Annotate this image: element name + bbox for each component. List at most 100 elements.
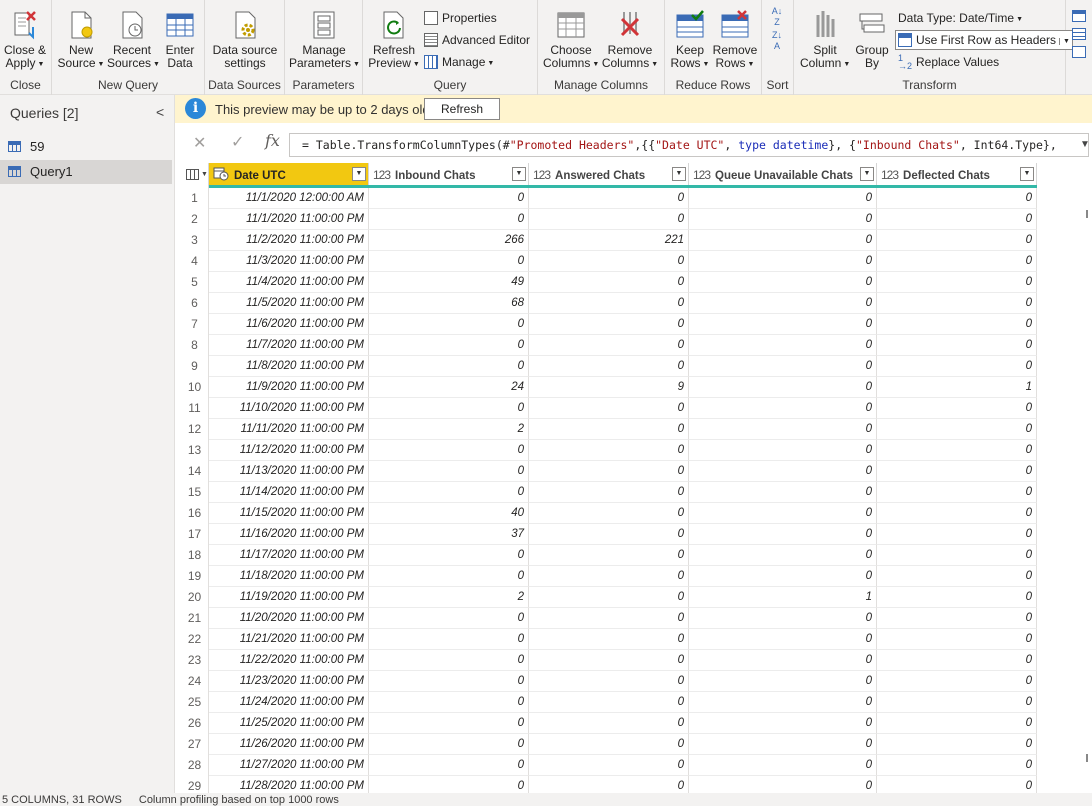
table-cell[interactable]: 0 — [877, 503, 1037, 524]
table-cell[interactable]: 0 — [877, 692, 1037, 713]
table-cell[interactable]: 0 — [529, 587, 689, 608]
vertical-scrollbar[interactable] — [1086, 210, 1090, 770]
row-number[interactable]: 10 — [181, 377, 209, 398]
choose-columns-button[interactable]: Choose Columns ▼ — [543, 6, 599, 74]
table-cell[interactable]: 0 — [529, 251, 689, 272]
table-cell[interactable]: 0 — [877, 671, 1037, 692]
table-cell[interactable]: 0 — [689, 692, 877, 713]
table-cell[interactable]: 9 — [529, 377, 689, 398]
table-cell[interactable]: 0 — [369, 734, 529, 755]
table-cell[interactable]: 0 — [877, 566, 1037, 587]
sort-ascending-button[interactable]: A↓ Z — [769, 6, 785, 28]
table-cell[interactable]: 11/5/2020 11:00:00 PM — [209, 293, 369, 314]
table-cell[interactable]: 0 — [877, 419, 1037, 440]
table-cell[interactable]: 0 — [529, 524, 689, 545]
table-cell[interactable]: 0 — [529, 356, 689, 377]
table-cell[interactable]: 11/8/2020 11:00:00 PM — [209, 356, 369, 377]
new-source-button[interactable]: New Source ▼ — [57, 6, 105, 74]
keep-rows-button[interactable]: Keep Rows ▼ — [669, 6, 711, 74]
row-number[interactable]: 23 — [181, 650, 209, 671]
table-cell[interactable]: 0 — [689, 755, 877, 776]
table-cell[interactable]: 0 — [369, 566, 529, 587]
table-cell[interactable]: 0 — [369, 461, 529, 482]
table-cell[interactable]: 11/22/2020 11:00:00 PM — [209, 650, 369, 671]
table-cell[interactable]: 0 — [877, 293, 1037, 314]
column-filter-dropdown-icon[interactable]: ▼ — [512, 167, 526, 181]
table-cell[interactable]: 0 — [689, 713, 877, 734]
table-cell[interactable]: 11/13/2020 11:00:00 PM — [209, 461, 369, 482]
table-cell[interactable]: 0 — [529, 209, 689, 230]
row-number[interactable]: 14 — [181, 461, 209, 482]
row-number[interactable]: 15 — [181, 482, 209, 503]
data-type-dropdown[interactable]: Data Type: Date/Time ▼ — [898, 8, 1023, 28]
table-cell[interactable]: 0 — [877, 440, 1037, 461]
table-cell[interactable]: 0 — [689, 650, 877, 671]
table-cell[interactable]: 0 — [877, 482, 1037, 503]
column-filter-dropdown-icon[interactable]: ▼ — [1020, 167, 1034, 181]
advanced-editor-button[interactable]: Advanced Editor — [424, 30, 530, 50]
table-cell[interactable]: 0 — [529, 335, 689, 356]
fx-icon[interactable]: fx — [265, 131, 280, 150]
table-cell[interactable]: 0 — [689, 272, 877, 293]
row-number[interactable]: 26 — [181, 713, 209, 734]
table-cell[interactable]: 0 — [529, 608, 689, 629]
column-header[interactable]: 123 Inbound Chats ▼ — [369, 163, 529, 188]
table-cell[interactable]: 0 — [369, 776, 529, 793]
enter-data-button[interactable]: Enter Data — [160, 6, 200, 74]
table-cell[interactable]: 266 — [369, 230, 529, 251]
row-number[interactable]: 3 — [181, 230, 209, 251]
recent-sources-button[interactable]: Recent Sources ▼ — [107, 6, 160, 74]
table-cell[interactable]: 0 — [877, 314, 1037, 335]
manage-button[interactable]: Manage ▼ — [424, 52, 494, 72]
manage-parameters-button[interactable]: Manage Parameters ▼ — [289, 6, 360, 74]
table-cell[interactable]: 0 — [877, 398, 1037, 419]
table-cell[interactable]: 24 — [369, 377, 529, 398]
data-source-settings-button[interactable]: Data source settings — [210, 6, 280, 74]
refresh-preview-button[interactable]: Refresh Preview ▼ — [368, 6, 420, 74]
table-cell[interactable]: 11/4/2020 11:00:00 PM — [209, 272, 369, 293]
table-cell[interactable]: 0 — [529, 545, 689, 566]
column-filter-dropdown-icon[interactable]: ▼ — [352, 167, 366, 181]
table-cell[interactable]: 11/1/2020 12:00:00 AM — [209, 188, 369, 209]
table-cell[interactable]: 0 — [877, 734, 1037, 755]
row-number[interactable]: 28 — [181, 755, 209, 776]
row-number[interactable]: 1 — [181, 188, 209, 209]
table-cell[interactable]: 0 — [877, 356, 1037, 377]
table-cell[interactable]: 0 — [369, 356, 529, 377]
table-cell[interactable]: 0 — [689, 188, 877, 209]
table-cell[interactable]: 11/9/2020 11:00:00 PM — [209, 377, 369, 398]
table-cell[interactable]: 0 — [689, 419, 877, 440]
table-cell[interactable]: 11/1/2020 11:00:00 PM — [209, 209, 369, 230]
table-cell[interactable]: 0 — [369, 671, 529, 692]
table-cell[interactable]: 0 — [689, 398, 877, 419]
remove-columns-button[interactable]: Remove Columns ▼ — [601, 6, 659, 74]
table-cell[interactable]: 0 — [529, 293, 689, 314]
row-number[interactable]: 11 — [181, 398, 209, 419]
table-cell[interactable]: 11/20/2020 11:00:00 PM — [209, 608, 369, 629]
table-cell[interactable]: 0 — [877, 608, 1037, 629]
table-cell[interactable]: 11/25/2020 11:00:00 PM — [209, 713, 369, 734]
table-cell[interactable]: 1 — [689, 587, 877, 608]
close-apply-button[interactable]: Close & Apply ▼ — [2, 6, 48, 74]
table-cell[interactable]: 0 — [689, 608, 877, 629]
row-number[interactable]: 16 — [181, 503, 209, 524]
table-cell[interactable]: 0 — [529, 734, 689, 755]
table-cell[interactable]: 0 — [529, 482, 689, 503]
table-cell[interactable]: 0 — [689, 776, 877, 793]
table-cell[interactable]: 0 — [369, 314, 529, 335]
table-cell[interactable]: 0 — [689, 629, 877, 650]
table-cell[interactable]: 0 — [369, 629, 529, 650]
table-cell[interactable]: 11/6/2020 11:00:00 PM — [209, 314, 369, 335]
table-cell[interactable]: 11/27/2020 11:00:00 PM — [209, 755, 369, 776]
table-cell[interactable]: 0 — [689, 671, 877, 692]
split-column-button[interactable]: Split Column ▼ — [800, 6, 850, 74]
column-header[interactable]: 123 Queue Unavailable Chats ▼ — [689, 163, 877, 188]
table-cell[interactable]: 11/16/2020 11:00:00 PM — [209, 524, 369, 545]
table-cell[interactable]: 0 — [529, 692, 689, 713]
query-item-59[interactable]: 59 — [0, 135, 172, 159]
group-by-button[interactable]: Group By — [852, 6, 892, 74]
table-cell[interactable]: 0 — [689, 209, 877, 230]
table-cell[interactable]: 11/23/2020 11:00:00 PM — [209, 671, 369, 692]
table-cell[interactable]: 0 — [877, 545, 1037, 566]
row-number[interactable]: 22 — [181, 629, 209, 650]
